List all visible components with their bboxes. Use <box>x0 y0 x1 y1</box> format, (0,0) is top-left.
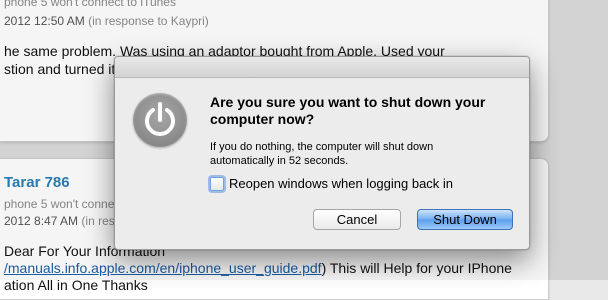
description-line: If you do nothing, the computer will shu… <box>210 141 434 153</box>
shut-down-button[interactable]: Shut Down <box>417 209 513 230</box>
dialog-titlebar[interactable] <box>115 57 529 78</box>
headline-line: Are you sure you want to shut down your <box>210 94 486 110</box>
cancel-button[interactable]: Cancel <box>313 209 401 230</box>
shutdown-dialog: Are you sure you want to shut down your … <box>114 56 530 250</box>
dialog-description: If you do nothing, the computer will shu… <box>210 140 510 168</box>
power-icon <box>133 93 187 147</box>
reopen-windows-checkbox[interactable] <box>210 177 224 191</box>
reopen-windows-label[interactable]: Reopen windows when logging back in <box>229 176 453 191</box>
description-line: automatically in 52 seconds. <box>210 155 349 167</box>
dialog-headline: Are you sure you want to shut down your … <box>210 94 510 128</box>
headline-line: computer now? <box>210 111 315 127</box>
